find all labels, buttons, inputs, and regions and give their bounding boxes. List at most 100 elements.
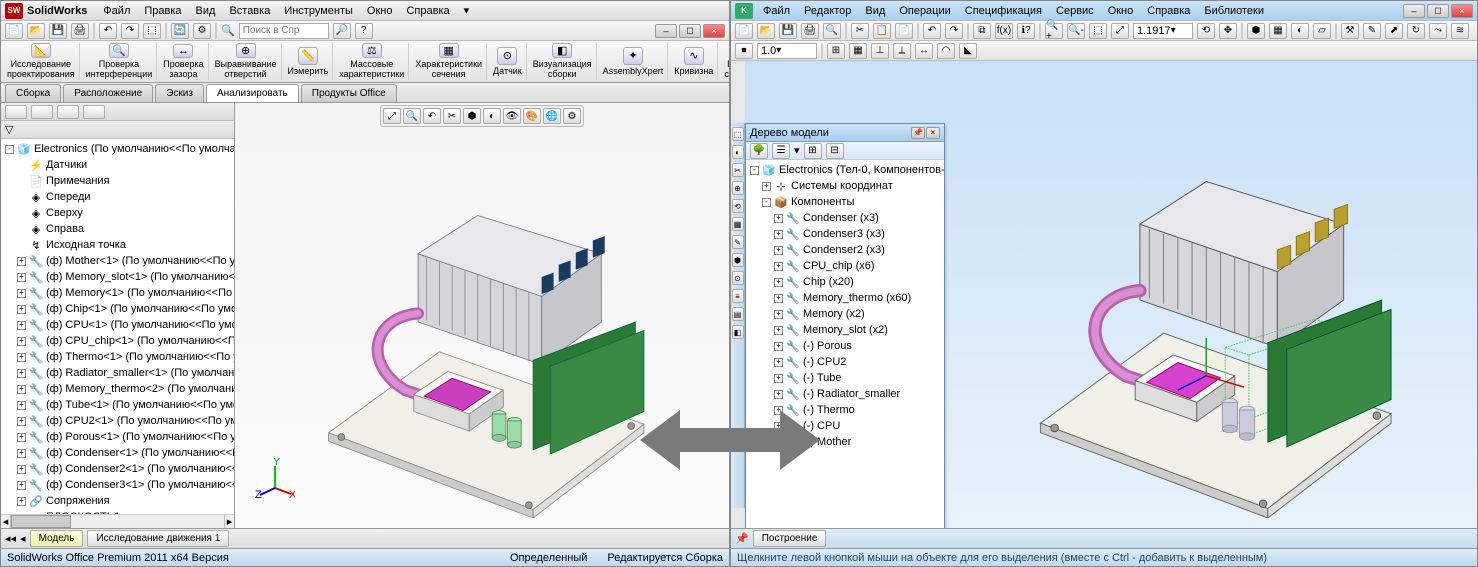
tree-node[interactable]: +🔧(ф) CPU2<1> (По умолчанию<<По умолчани… — [3, 413, 232, 429]
tree-node[interactable]: +🔧(ф) Tube<1> (По умолчанию<<По умолчани… — [3, 397, 232, 413]
loft-button[interactable]: ≋ — [1451, 23, 1469, 39]
tree-node[interactable]: +🔧(ф) Condenser<1> (По умолчанию<<По умо… — [3, 445, 232, 461]
expand-icon[interactable]: + — [17, 449, 26, 458]
expand-icon[interactable]: + — [17, 481, 26, 490]
menu-файл[interactable]: Файл — [757, 3, 796, 19]
tab-расположение[interactable]: Расположение — [63, 84, 153, 102]
expand-icon[interactable]: + — [774, 326, 783, 335]
vars-button[interactable]: f(x) — [995, 23, 1013, 39]
menu-правка[interactable]: Правка — [138, 3, 187, 19]
chamfer-button[interactable]: ◣ — [959, 43, 977, 59]
pin-button[interactable]: 📌 — [911, 127, 925, 139]
scrollbar-horizontal[interactable]: ◂ ▸ — [1, 514, 234, 528]
tree-node[interactable]: +🔧Memory_thermo (x60) — [748, 290, 942, 306]
tree-node[interactable]: +🔧(-) Porous — [748, 338, 942, 354]
rotate-button[interactable]: ⟲ — [1197, 23, 1215, 39]
scale-combo[interactable]: 1.1917 ▾ — [1133, 23, 1193, 39]
grid-button[interactable]: ▦ — [849, 43, 867, 59]
vtool-3[interactable]: ✂ — [732, 163, 744, 177]
expand-icon[interactable]: + — [774, 246, 783, 255]
scroll-right-icon[interactable]: ▸ — [224, 515, 234, 528]
titlebar[interactable]: K ФайлРедакторВидОперацииСпецификацияСер… — [731, 1, 1477, 21]
menu-окно[interactable]: Окно — [361, 3, 399, 19]
menu-редактор[interactable]: Редактор — [798, 3, 857, 19]
pan-button[interactable]: ✥ — [1219, 23, 1237, 39]
tabs-scroll-prev-icon[interactable]: ◂ — [20, 532, 26, 545]
close-button[interactable]: × — [703, 24, 725, 38]
feature-tree[interactable]: -🧊Electronics (По умолчанию<<По умолчани… — [1, 139, 234, 514]
expand-icon[interactable]: + — [774, 358, 783, 367]
expand-icon[interactable]: + — [17, 369, 26, 378]
expand-icon[interactable]: + — [17, 497, 26, 506]
tree-node[interactable]: +🔧(-) CPU2 — [748, 354, 942, 370]
tabs-pin-icon[interactable]: 📌 — [735, 532, 749, 545]
ribbon-измерить[interactable]: 📏Измерить — [284, 43, 334, 80]
redo-button[interactable]: ↷ — [121, 23, 139, 39]
dims-button[interactable]: ↔ — [915, 43, 933, 59]
scroll-left-icon[interactable]: ◂ — [1, 515, 11, 528]
vtool-12[interactable]: ◧ — [732, 325, 744, 339]
tab-анализировать[interactable]: Анализировать — [206, 84, 299, 102]
expand-icon[interactable]: + — [17, 273, 26, 282]
section-view-button[interactable]: ✂ — [443, 108, 461, 124]
tree-node[interactable]: +🔧(ф) Memory<1> (По умолчанию<<По умолча… — [3, 285, 232, 301]
copy-button[interactable]: 📋 — [873, 23, 891, 39]
expand-icon[interactable]: + — [17, 353, 26, 362]
lineweight-combo[interactable]: 1.0 ▾ — [757, 43, 817, 59]
tree-node[interactable]: +🔧(ф) Memory_slot<1> (По умолчанию<<По у… — [3, 269, 232, 285]
expand-icon[interactable]: + — [17, 289, 26, 298]
ribbon-проверка-зазора[interactable]: ↔Проверка зазора — [159, 43, 208, 80]
vtool-2[interactable]: ◐ — [732, 145, 744, 159]
model-tree-titlebar[interactable]: Дерево модели 📌 × — [746, 124, 944, 142]
menu-спецификация[interactable]: Спецификация — [959, 3, 1048, 19]
ortho-button[interactable]: ⊥ — [871, 43, 889, 59]
expand-icon[interactable]: + — [774, 374, 783, 383]
tree-tab-dim[interactable] — [83, 105, 105, 119]
vtool-7[interactable]: ✎ — [732, 235, 744, 249]
snap-button[interactable]: ⊞ — [827, 43, 845, 59]
paste-button[interactable]: 📄 — [895, 23, 913, 39]
stop-button[interactable]: ⏹ — [735, 43, 753, 59]
revolve-button[interactable]: ↻ — [1407, 23, 1425, 39]
expand-icon[interactable]: + — [774, 214, 783, 223]
round-button[interactable]: ◠ — [937, 43, 955, 59]
expand-icon[interactable]: + — [17, 337, 26, 346]
ribbon-характеристики-сечения[interactable]: ▦Характеристики сечения — [411, 43, 487, 80]
expand-icon[interactable]: + — [774, 390, 783, 399]
vtool-9[interactable]: ⊙ — [732, 271, 744, 285]
tree-node[interactable]: +🔧CPU_chip (x6) — [748, 258, 942, 274]
tree-node[interactable]: +🔧(ф) Thermo<1> (По умолчанию<<По умолча… — [3, 349, 232, 365]
zoom-fit-button[interactable]: ⤢ — [383, 108, 401, 124]
menu-вставка[interactable]: Вставка — [223, 3, 276, 19]
tree-node[interactable]: ↯Исходная точка — [3, 237, 232, 253]
view-triad[interactable]: Y X Z — [255, 458, 295, 498]
tree-node[interactable]: +🔧(ф) Memory_thermo<2> (По умолчанию<<По… — [3, 381, 232, 397]
tab-motion-study[interactable]: Исследование движения 1 — [87, 530, 229, 547]
tree-node[interactable]: +🔧Condenser (x3) — [748, 210, 942, 226]
iso-button[interactable]: ⬢ — [1247, 23, 1265, 39]
sweep-button[interactable]: ⤳ — [1429, 23, 1447, 39]
print-button[interactable]: 🖨 — [71, 23, 89, 39]
tree-node[interactable]: +🔧(ф) Condenser3<1> (По умолчанию<<По ум… — [3, 477, 232, 493]
expand-icon[interactable]: + — [17, 433, 26, 442]
tree-node[interactable]: +🔧(ф) CPU_chip<1> (По умолчанию<<По умол… — [3, 333, 232, 349]
zoom-fit-button[interactable]: ⤢ — [1111, 23, 1129, 39]
expand-icon[interactable]: - — [750, 166, 759, 175]
scroll-thumb[interactable] — [11, 515, 71, 528]
ribbon-массовые-характеристики[interactable]: ⚖Массовые характеристики — [335, 43, 409, 80]
redo-button[interactable]: ↷ — [945, 23, 963, 39]
menu-вид[interactable]: Вид — [859, 3, 891, 19]
tree-node[interactable]: +🔧Memory_slot (x2) — [748, 322, 942, 338]
options-button[interactable]: ⚙ — [193, 23, 211, 39]
menu-файл[interactable]: Файл — [97, 3, 136, 19]
close-panel-button[interactable]: × — [926, 127, 940, 139]
titlebar[interactable]: SW SolidWorks ФайлПравкаВидВставкаИнстру… — [1, 1, 729, 21]
help-button[interactable]: ? — [355, 23, 373, 39]
restore-button[interactable]: ◻ — [1427, 4, 1449, 18]
tree-tab-feature[interactable] — [5, 105, 27, 119]
expand-icon[interactable]: + — [774, 278, 783, 287]
menu-окно[interactable]: Окно — [1102, 3, 1140, 19]
tab-build[interactable]: Построение — [753, 530, 827, 547]
expand-icon[interactable]: - — [762, 198, 771, 207]
tab-продукты office[interactable]: Продукты Office — [301, 84, 397, 102]
